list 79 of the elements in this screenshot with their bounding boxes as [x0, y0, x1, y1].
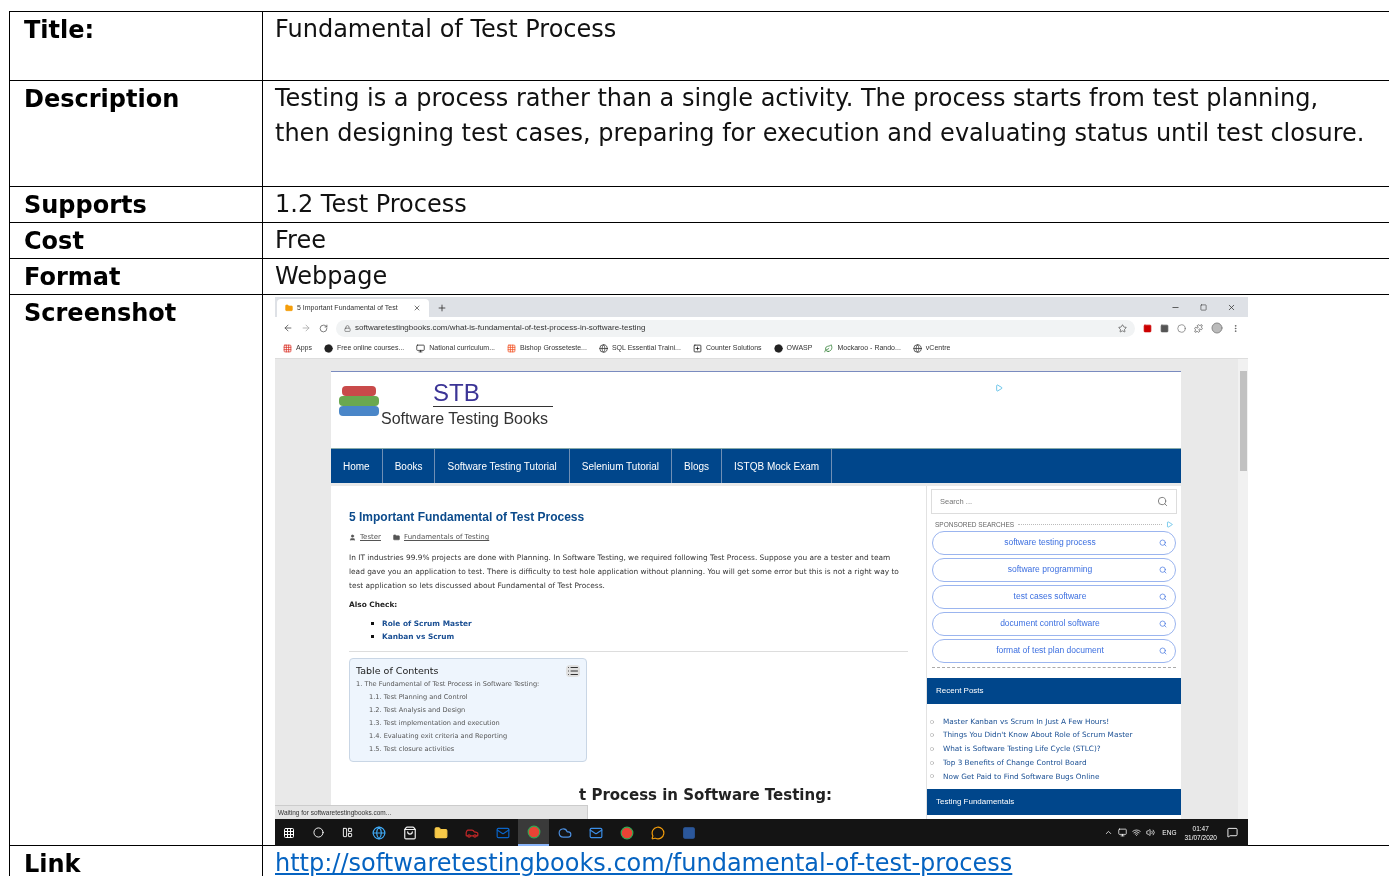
nav-link[interactable]: Selenium Tutorial	[569, 449, 673, 483]
reload-icon[interactable]	[319, 323, 328, 333]
circle-icon	[526, 824, 541, 839]
menu-icon[interactable]	[1231, 323, 1240, 333]
list-toggle-icon[interactable]	[566, 664, 580, 677]
field-label: Format	[24, 263, 121, 291]
close-icon[interactable]	[1227, 303, 1236, 312]
new-tab-icon[interactable]	[437, 303, 447, 313]
circle-icon	[619, 825, 634, 840]
folder-icon	[393, 533, 400, 541]
field-label: Description	[24, 85, 180, 113]
nav-link[interactable]: ISTQB Mock Exam	[722, 449, 833, 483]
avatar-icon[interactable]	[1211, 322, 1223, 334]
search-icon	[1159, 646, 1167, 655]
lock-icon	[344, 324, 351, 332]
folder-icon	[433, 825, 448, 840]
task-view-icon[interactable]	[342, 827, 353, 838]
field-value: 1.2 Test Process	[275, 189, 468, 220]
plus-square-icon	[692, 344, 702, 353]
field-label: Link	[24, 850, 81, 876]
tiles-icon	[507, 344, 517, 353]
article-title: 5 Important Fundamental of Test Process	[349, 509, 586, 526]
url-field[interactable]: softwaretestingbooks.com/what-is-fundamental-of-test-process-in-software-testing	[336, 319, 1135, 337]
close-icon[interactable]	[413, 304, 421, 312]
widget-header: Testing Fundamentals	[927, 789, 1181, 816]
bullet-icon	[371, 621, 374, 625]
field-label: Title:	[24, 16, 95, 44]
wifi-icon[interactable]	[1132, 828, 1142, 837]
field-value: Testing is a process rather than a single activity. The process starts from test planning, then designing test cases, preparing for execution and evaluating status until test closure.	[275, 83, 1366, 149]
field-value: Fundamental of Test Process	[275, 14, 618, 45]
chevron-up-icon[interactable]	[1104, 828, 1114, 837]
field-value: Free	[275, 225, 327, 256]
globe-icon	[598, 344, 608, 353]
nav-link[interactable]: Books	[382, 449, 436, 483]
nav-link[interactable]: Home	[331, 449, 383, 483]
field-label: Cost	[24, 227, 84, 255]
monitor-icon	[416, 344, 426, 353]
favicon-icon	[285, 304, 293, 312]
cloud-icon	[557, 825, 572, 840]
maximize-icon[interactable]	[1200, 304, 1207, 311]
back-icon[interactable]	[283, 323, 293, 333]
field-value: Webpage	[275, 261, 389, 292]
bullet-icon	[930, 774, 934, 779]
speaker-icon[interactable]	[1146, 828, 1156, 837]
resource-link[interactable]: http://softwaretestingbooks.com/fundamental-of-test-process	[275, 849, 1013, 876]
windows-start-icon[interactable]	[283, 826, 295, 839]
user-icon	[349, 533, 356, 541]
widget-header: Recent Posts	[927, 677, 1181, 704]
leaf-icon	[824, 344, 834, 353]
search-icon	[1159, 592, 1167, 601]
nav-link[interactable]: Software Testing Tutorial	[435, 449, 570, 483]
circle-icon	[773, 344, 783, 353]
bullet-icon	[930, 760, 934, 765]
bullet-icon	[930, 733, 934, 738]
section-heading: t Process in Software Testing:	[579, 786, 833, 805]
search-icon	[1159, 619, 1167, 628]
globe-icon	[371, 825, 386, 840]
bullet-icon	[371, 634, 374, 638]
logo-subtitle: Software Testing Books	[381, 409, 549, 429]
extensions-icon[interactable]	[1194, 323, 1203, 333]
search-icon	[1159, 565, 1167, 574]
document-icon	[681, 825, 696, 840]
logo-title: STB	[433, 380, 553, 407]
nav-link[interactable]: Blogs	[672, 449, 723, 483]
chat-icon	[650, 825, 665, 840]
globe-icon	[912, 344, 922, 353]
grid-icon	[283, 344, 292, 353]
search-icon	[1159, 538, 1167, 547]
mail-icon	[495, 825, 510, 840]
star-icon[interactable]	[1118, 323, 1127, 333]
bullet-icon	[930, 719, 934, 724]
notifications-icon[interactable]	[1227, 827, 1238, 838]
bullet-icon	[930, 747, 934, 751]
bag-icon	[402, 825, 417, 840]
circle-icon	[323, 344, 333, 353]
field-label: Screenshot	[24, 299, 177, 327]
toc-title: Table of Contents	[356, 663, 439, 678]
field-label: Supports	[24, 191, 147, 219]
envelope-icon	[588, 825, 603, 840]
